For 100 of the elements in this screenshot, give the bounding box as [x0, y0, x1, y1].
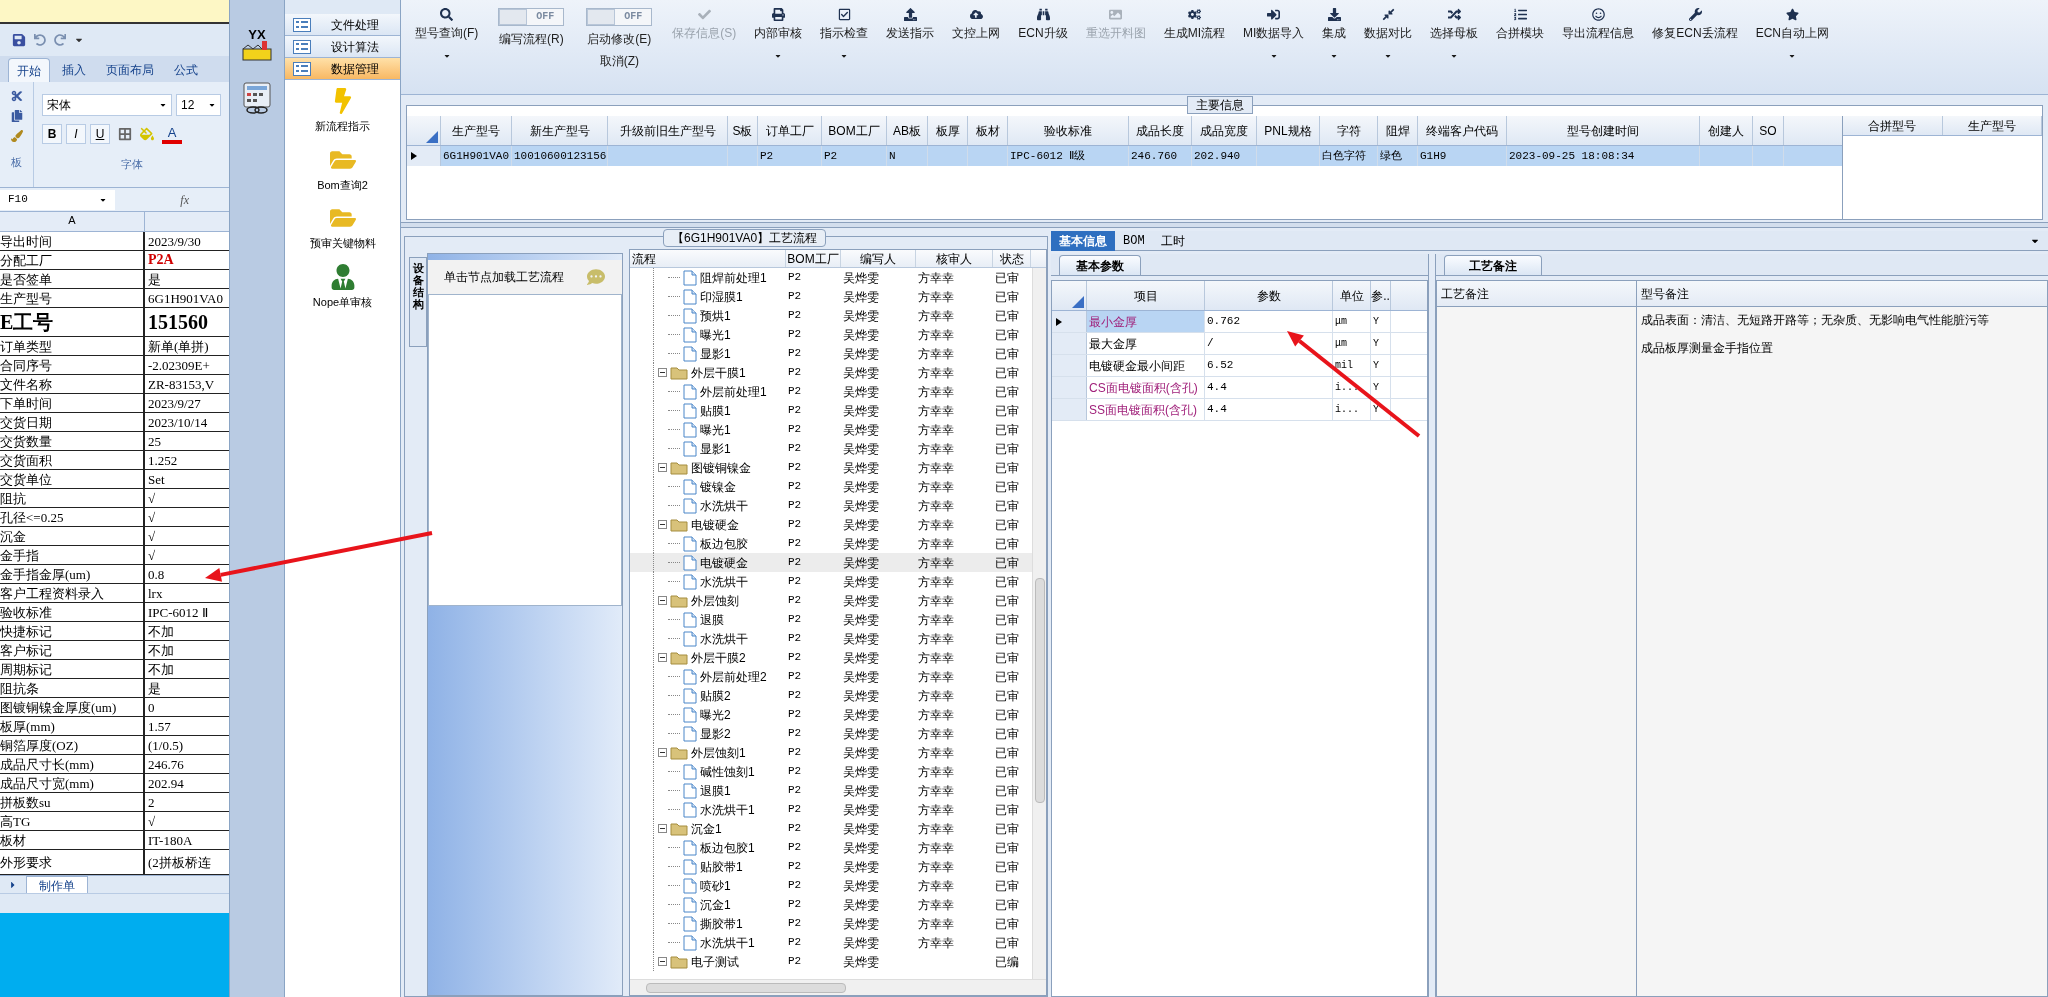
tree-row[interactable]: 预烘1 P2 吴烨雯 方幸幸 已审: [630, 306, 1032, 325]
tree-row[interactable]: 板边包胶1 P2 吴烨雯 方幸幸 已审: [630, 838, 1032, 857]
tree-row[interactable]: 贴胶带1 P2 吴烨雯 方幸幸 已审: [630, 857, 1032, 876]
collapse-icon[interactable]: [658, 520, 667, 529]
tab[interactable]: 基本信息: [1051, 230, 1115, 251]
toolbar-button[interactable]: 发送指示: [880, 8, 941, 42]
collapse-icon[interactable]: [658, 653, 667, 662]
shortcut-button[interactable]: Bom查询2: [285, 142, 400, 197]
tree-row[interactable]: 电镀硬金 P2 吴烨雯 方幸幸 已审: [630, 553, 1032, 572]
shortcut-button[interactable]: Nope单审核: [285, 259, 400, 314]
brush-icon[interactable]: [10, 130, 23, 142]
panel-tab[interactable]: 基本参数: [1059, 255, 1141, 275]
tree-row[interactable]: 外层干膜1 P2 吴烨雯 方幸幸 已审: [630, 363, 1032, 382]
copy-icon[interactable]: [10, 110, 23, 122]
tree-row[interactable]: 显影2 P2 吴烨雯 方幸幸 已审: [630, 724, 1032, 743]
table-cell-text: 电镀硬金最小间距: [1089, 357, 1185, 375]
tree-row[interactable]: 显影1 P2 吴烨雯 方幸幸 已审: [630, 344, 1032, 363]
collapse-icon[interactable]: [658, 824, 667, 833]
nav-item[interactable]: 文件处理: [285, 14, 400, 36]
tree-row[interactable]: 水洗烘干1 P2 吴烨雯 方幸幸 已审: [630, 933, 1032, 952]
collapse-icon[interactable]: [658, 957, 667, 966]
tree-row[interactable]: 撕胶带1 P2 吴烨雯 方幸幸 已审: [630, 914, 1032, 933]
toolbar-button[interactable]: ECN自动上网: [1749, 8, 1836, 60]
toolbar-button[interactable]: 文控上网: [946, 8, 1007, 42]
side-tab[interactable]: 设备结构: [409, 257, 427, 347]
tree-row[interactable]: 退膜1 P2 吴烨雯 方幸幸 已审: [630, 781, 1032, 800]
tree-row[interactable]: 显影1 P2 吴烨雯 方幸幸 已审: [630, 439, 1032, 458]
tree-row[interactable]: 水洗烘干 P2 吴烨雯 方幸幸 已审: [630, 496, 1032, 515]
tree-row[interactable]: 水洗烘干 P2 吴烨雯 方幸幸 已审: [630, 629, 1032, 648]
tree-row[interactable]: 阻焊前处理1 P2 吴烨雯 方幸幸 已审: [630, 268, 1032, 287]
toolbar-button[interactable]: 集成: [1316, 8, 1353, 60]
shortcut-button[interactable]: 新流程指示: [285, 84, 400, 139]
toolbar-button[interactable]: 型号查询(F): [409, 8, 485, 60]
scissors-icon[interactable]: [10, 90, 23, 102]
ribbon-tab[interactable]: 开始: [8, 58, 50, 82]
sheet-tab[interactable]: 制作单: [26, 875, 88, 894]
ribbon-tab[interactable]: 页面布局: [98, 58, 162, 82]
tree-row[interactable]: 水洗烘干1 P2 吴烨雯 方幸幸 已审: [630, 800, 1032, 819]
border-icon[interactable]: [118, 127, 132, 141]
tree-row[interactable]: 外层蚀刻 P2 吴烨雯 方幸幸 已审: [630, 591, 1032, 610]
font-color-button[interactable]: A: [162, 124, 182, 144]
tree-row[interactable]: 印湿膜1 P2 吴烨雯 方幸幸 已审: [630, 287, 1032, 306]
fill-color-icon[interactable]: [140, 127, 154, 141]
collapse-icon[interactable]: [658, 596, 667, 605]
tree-row[interactable]: 退膜 P2 吴烨雯 方幸幸 已审: [630, 610, 1032, 629]
save-icon[interactable]: [12, 33, 26, 47]
table-row[interactable]: 电镀硬金最小间距 6.52 mil Y: [1052, 355, 1427, 377]
table-row[interactable]: 6G1H901VA0 10010600123156 P2 P2 N IPC-6012 Ⅱ级 246.760 202.940 白色字符 绿色 G1H9 2023-09-25 18:08:34: [407, 146, 1842, 166]
toolbar-button[interactable]: 指示检查: [814, 8, 875, 60]
toolbar-button[interactable]: ECN升级: [1012, 8, 1074, 42]
toolbar-button[interactable]: MI数据导入: [1237, 8, 1311, 60]
nav-item[interactable]: 设计算法: [285, 36, 400, 58]
size-select[interactable]: 12: [176, 94, 221, 116]
toolbar-button[interactable]: 内部审核: [748, 8, 809, 60]
tab[interactable]: BOM: [1115, 230, 1153, 251]
shortcut-button[interactable]: 预审关键物料: [285, 201, 400, 256]
toolbar-button[interactable]: 数据对比: [1358, 8, 1419, 60]
tab[interactable]: 工时: [1152, 230, 1193, 251]
tree-row[interactable]: 贴膜1 P2 吴烨雯 方幸幸 已审: [630, 401, 1032, 420]
font-select[interactable]: 宋体: [42, 94, 172, 116]
ribbon-tab[interactable]: 公式: [166, 58, 206, 82]
tree-row[interactable]: 沉金1 P2 吴烨雯 方幸幸 已审: [630, 895, 1032, 914]
tree-row[interactable]: 外层蚀刻1 P2 吴烨雯 方幸幸 已审: [630, 743, 1032, 762]
tree-row[interactable]: 碱性蚀刻1 P2 吴烨雯 方幸幸 已审: [630, 762, 1032, 781]
table-row[interactable]: CS面电镀面积(含孔) 4.4 i... Y: [1052, 377, 1427, 399]
table-cell-text: 2: [147, 793, 156, 811]
toolbar-button[interactable]: 合拼模块: [1490, 8, 1551, 42]
tree-row[interactable]: 电子测试 P2 吴烨雯 已编: [630, 952, 1032, 971]
table-row[interactable]: 最小金厚 0.762 μm Y: [1052, 311, 1427, 333]
tree-row[interactable]: 喷砂1 P2 吴烨雯 方幸幸 已审: [630, 876, 1032, 895]
collapse-icon[interactable]: [658, 368, 667, 377]
redo-icon[interactable]: [54, 34, 66, 46]
toolbar-button[interactable]: 导出流程信息: [1556, 8, 1641, 42]
tree-row[interactable]: 水洗烘干 P2 吴烨雯 方幸幸 已审: [630, 572, 1032, 591]
tree-row[interactable]: 镀镍金 P2 吴烨雯 方幸幸 已审: [630, 477, 1032, 496]
tree-row[interactable]: 外层干膜2 P2 吴烨雯 方幸幸 已审: [630, 648, 1032, 667]
tree-row[interactable]: 图镀铜镍金 P2 吴烨雯 方幸幸 已审: [630, 458, 1032, 477]
undo-icon[interactable]: [34, 34, 46, 46]
tree-row[interactable]: 曝光2 P2 吴烨雯 方幸幸 已审: [630, 705, 1032, 724]
name-box[interactable]: F10: [0, 189, 115, 210]
toolbar-button[interactable]: 生成MI流程: [1157, 8, 1231, 42]
tree-row[interactable]: 贴膜2 P2 吴烨雯 方幸幸 已审: [630, 686, 1032, 705]
tree-row[interactable]: 外层前处理2 P2 吴烨雯 方幸幸 已审: [630, 667, 1032, 686]
ribbon-tab[interactable]: 插入: [54, 58, 94, 82]
tree-row[interactable]: 电镀硬金 P2 吴烨雯 方幸幸 已审: [630, 515, 1032, 534]
collapse-icon[interactable]: [658, 748, 667, 757]
format-button[interactable]: I: [66, 124, 86, 144]
panel-tab[interactable]: 工艺备注: [1444, 255, 1542, 275]
tree-row[interactable]: 曝光1 P2 吴烨雯 方幸幸 已审: [630, 420, 1032, 439]
collapse-icon[interactable]: [658, 463, 667, 472]
toolbar-button[interactable]: 选择母板: [1424, 8, 1485, 60]
format-button[interactable]: U: [90, 124, 110, 144]
format-button[interactable]: B: [42, 124, 62, 144]
table-cell-text: 已审: [995, 592, 1019, 610]
tree-row[interactable]: 曝光1 P2 吴烨雯 方幸幸 已审: [630, 325, 1032, 344]
tree-row[interactable]: 外层前处理1 P2 吴烨雯 方幸幸 已审: [630, 382, 1032, 401]
tree-row[interactable]: 沉金1 P2 吴烨雯 方幸幸 已审: [630, 819, 1032, 838]
nav-item[interactable]: 数据管理: [285, 58, 400, 80]
calculator-icon[interactable]: [242, 82, 272, 114]
toolbar-button[interactable]: 修复ECN丢流程: [1646, 8, 1744, 42]
